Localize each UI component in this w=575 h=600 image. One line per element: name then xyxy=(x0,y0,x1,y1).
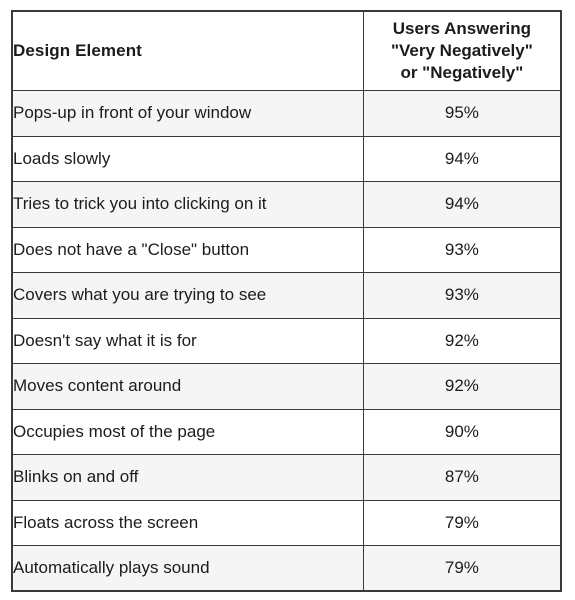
cell-design-element: Pops-up in front of your window xyxy=(11,90,364,137)
table-header-row: Design Element Users Answering "Very Neg… xyxy=(11,10,562,91)
table-row: Doesn't say what it is for 92% xyxy=(11,317,562,364)
cell-percent: 87% xyxy=(362,454,562,501)
cell-percent: 95% xyxy=(362,90,562,137)
table-row: Covers what you are trying to see 93% xyxy=(11,272,562,319)
cell-design-element: Does not have a "Close" button xyxy=(11,226,364,273)
cell-design-element: Occupies most of the page xyxy=(11,408,364,455)
table-header: Design Element Users Answering "Very Neg… xyxy=(11,10,562,91)
cell-percent: 94% xyxy=(362,135,562,182)
column-header-design-element: Design Element xyxy=(11,10,364,91)
table-row: Floats across the screen 79% xyxy=(11,499,562,546)
cell-design-element: Tries to trick you into clicking on it xyxy=(11,181,364,228)
column-header-percent-line-3: or "Negatively" xyxy=(400,62,524,82)
table-body: Pops-up in front of your window 95% Load… xyxy=(11,90,562,592)
cell-design-element: Loads slowly xyxy=(11,135,364,182)
cell-design-element: Automatically plays sound xyxy=(11,545,364,592)
cell-percent: 90% xyxy=(362,408,562,455)
table-row: Moves content around 92% xyxy=(11,363,562,410)
column-header-percent-line-1: Users Answering xyxy=(392,19,531,39)
table-row: Loads slowly 94% xyxy=(11,135,562,182)
cell-design-element: Blinks on and off xyxy=(11,454,364,501)
cell-percent: 92% xyxy=(362,363,562,410)
table-row: Blinks on and off 87% xyxy=(11,454,562,501)
table-row: Tries to trick you into clicking on it 9… xyxy=(11,181,562,228)
cell-percent: 92% xyxy=(362,317,562,364)
cell-design-element: Moves content around xyxy=(11,363,364,410)
cell-design-element: Floats across the screen xyxy=(11,499,364,546)
table-row: Automatically plays sound 79% xyxy=(11,545,562,592)
table-row: Does not have a "Close" button 93% xyxy=(11,226,562,273)
survey-results-table-container: Design Element Users Answering "Very Neg… xyxy=(11,10,562,592)
table-row: Pops-up in front of your window 95% xyxy=(11,90,562,137)
table-row: Occupies most of the page 90% xyxy=(11,408,562,455)
cell-percent: 94% xyxy=(362,181,562,228)
cell-percent: 79% xyxy=(362,545,562,592)
cell-percent: 93% xyxy=(362,272,562,319)
cell-design-element: Doesn't say what it is for xyxy=(11,317,364,364)
cell-design-element: Covers what you are trying to see xyxy=(11,272,364,319)
survey-results-table: Design Element Users Answering "Very Neg… xyxy=(11,10,562,592)
column-header-percent-negative: Users Answering "Very Negatively" or "Ne… xyxy=(362,10,562,91)
column-header-percent-line-2: "Very Negatively" xyxy=(390,41,533,61)
cell-percent: 93% xyxy=(362,226,562,273)
cell-percent: 79% xyxy=(362,499,562,546)
